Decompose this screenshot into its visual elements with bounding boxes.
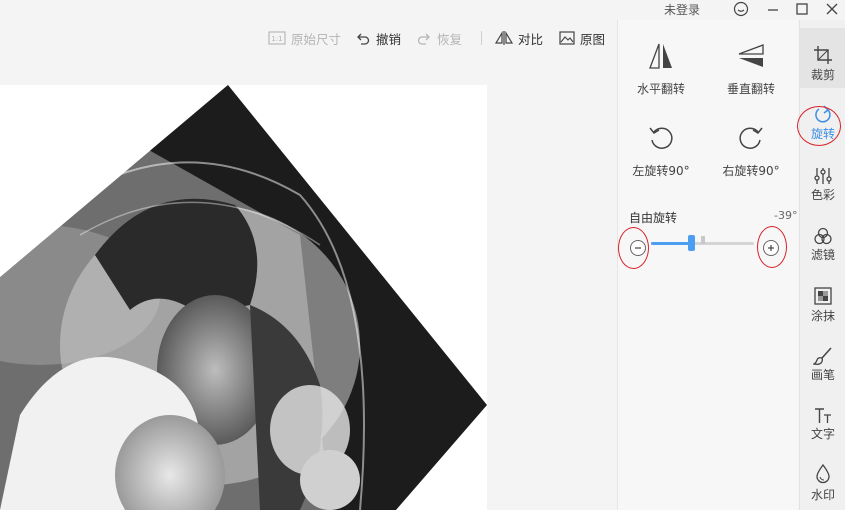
original-image-label: 原图 (580, 31, 606, 47)
sidebar-item-label: 画笔 (810, 368, 835, 382)
editing-canvas[interactable] (0, 85, 487, 510)
edit-toolbar: 1:1 原始尺寸 撤销 恢复 对比 原图 (0, 28, 617, 48)
rotate-left-label: 左旋转90° (632, 164, 690, 178)
flip-horizontal-button[interactable]: 水平翻转 (626, 42, 696, 97)
sidebar-item-label: 水印 (810, 488, 835, 502)
original-size-icon: 1:1 (268, 31, 286, 45)
slider-thumb[interactable] (688, 235, 695, 251)
undo-icon (357, 33, 370, 45)
redo-button[interactable]: 恢复 (416, 28, 462, 48)
brush-icon (813, 347, 832, 365)
rotate-right-button[interactable]: 右旋转90° (716, 124, 786, 179)
minimize-icon[interactable] (764, 0, 782, 18)
rotate-left-icon (649, 127, 673, 149)
sidebar-item-label: 裁剪 (810, 68, 835, 82)
redo-icon (417, 33, 430, 45)
original-image-button[interactable]: 原图 (559, 28, 605, 48)
title-bar: 未登录 (0, 0, 845, 20)
svg-text:1:1: 1:1 (271, 35, 282, 43)
sidebar-item-label: 色彩 (810, 188, 835, 202)
sidebar-item-smear[interactable]: 涂抹 (800, 279, 845, 339)
free-rotate-slider[interactable] (651, 235, 754, 251)
maximize-icon[interactable] (793, 0, 811, 18)
filter-icon (814, 227, 832, 245)
rotate-panel: 水平翻转 垂直翻转 左旋转90° 右旋转90° 自由旋转 -39° (617, 20, 798, 510)
tool-sidebar: 裁剪 旋转 色彩 滤镜 涂抹 画笔 文字 水印 (797, 20, 845, 510)
sidebar-item-label: 涂抹 (810, 309, 835, 323)
slider-center-tick (701, 236, 705, 244)
increase-highlight-ring (757, 226, 787, 268)
sidebar-item-text[interactable]: 文字 (800, 403, 845, 463)
original-size-button[interactable]: 1:1 原始尺寸 (268, 28, 341, 48)
decrease-highlight-ring (618, 227, 649, 269)
free-rotate-value: -39° (774, 209, 798, 222)
sidebar-item-label: 文字 (810, 427, 835, 441)
flip-horizontal-label: 水平翻转 (636, 82, 685, 96)
slider-fill (651, 242, 691, 245)
flip-vertical-button[interactable]: 垂直翻转 (716, 42, 786, 97)
crop-icon (814, 46, 832, 64)
flip-vertical-label: 垂直翻转 (726, 82, 775, 96)
flip-horizontal-icon (649, 43, 672, 69)
sidebar-item-watermark[interactable]: 水印 (800, 462, 845, 510)
free-rotate-label: 自由旋转 (629, 211, 678, 225)
rotate-highlight-ring (797, 106, 841, 146)
image-icon (559, 31, 575, 45)
sidebar-item-label: 滤镜 (810, 248, 835, 262)
rotate-left-button[interactable]: 左旋转90° (626, 124, 696, 179)
mosaic-icon (814, 287, 832, 305)
flip-vertical-icon (738, 44, 764, 67)
sidebar-item-filter[interactable]: 滤镜 (800, 218, 845, 278)
redo-label: 恢复 (437, 31, 463, 47)
color-adjust-icon (814, 168, 832, 184)
rotated-photo (0, 85, 487, 510)
undo-button[interactable]: 撤销 (355, 28, 401, 48)
compare-icon (495, 30, 513, 45)
watermark-icon (816, 464, 830, 484)
sidebar-item-color[interactable]: 色彩 (800, 158, 845, 218)
login-status-link[interactable]: 未登录 (664, 1, 700, 18)
feedback-icon[interactable] (732, 0, 750, 18)
rotate-right-icon (739, 127, 763, 149)
undo-label: 撤销 (376, 31, 402, 47)
original-size-label: 原始尺寸 (291, 31, 342, 47)
sidebar-item-brush[interactable]: 画笔 (800, 341, 845, 401)
compare-button[interactable]: 对比 (495, 28, 543, 48)
sidebar-item-crop[interactable]: 裁剪 (800, 28, 845, 88)
rotate-right-label: 右旋转90° (722, 164, 780, 178)
text-icon (815, 408, 831, 423)
close-icon[interactable] (823, 0, 841, 18)
toolbar-divider (481, 31, 482, 45)
compare-label: 对比 (518, 31, 544, 47)
